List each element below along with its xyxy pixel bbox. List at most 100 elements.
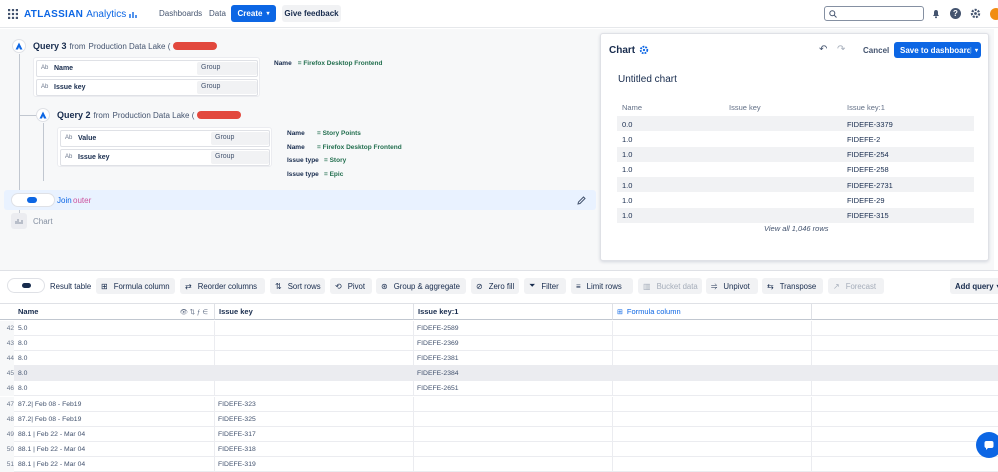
table-cell[interactable] <box>613 351 812 367</box>
help-icon[interactable]: ? <box>950 8 961 19</box>
grid-header-issue-key-1[interactable]: Issue key:1 <box>414 304 613 320</box>
table-cell[interactable]: FIDEFE-323 <box>215 396 414 412</box>
table-cell[interactable]: FIDEFE-317 <box>215 426 414 442</box>
save-to-dashboard-button[interactable]: Save to dashboard ▾ <box>894 42 981 58</box>
table-cell[interactable] <box>414 426 613 442</box>
filter-row[interactable]: Issue type = Epic <box>287 171 417 185</box>
query3-header[interactable]: Query 3 from Production Data Lake ( <box>33 41 218 51</box>
table-cell[interactable]: FIDEFE-318 <box>215 441 414 457</box>
unpivot-button[interactable]: ⥤ Unpivot <box>706 278 758 294</box>
field-row[interactable]: Ab Name Group <box>36 60 258 77</box>
table-cell[interactable] <box>613 381 812 397</box>
nav-dashboards[interactable]: Dashboards <box>159 9 202 18</box>
table-cell[interactable]: 5.0 <box>15 321 215 336</box>
grid-header-issue-key[interactable]: Issue key <box>215 304 414 320</box>
table-row[interactable]: 43 8.0 FIDEFE-2369 <box>0 336 998 352</box>
table-cell[interactable] <box>215 321 414 336</box>
undo-icon[interactable]: ↶ <box>819 44 827 55</box>
nav-data[interactable]: Data <box>209 9 226 18</box>
chart-settings-gear-icon[interactable] <box>639 45 649 55</box>
query2-header[interactable]: Query 2 from Production Data Lake ( <box>57 110 242 120</box>
bucket-data-button[interactable]: ▥ Bucket data <box>638 278 702 294</box>
table-cell[interactable] <box>215 366 414 382</box>
settings-gear-icon[interactable] <box>970 8 981 19</box>
table-cell[interactable] <box>613 396 812 412</box>
grid-header-formula-column[interactable]: ⊞ Formula column <box>613 304 812 320</box>
view-all-rows-link[interactable]: View all 1,046 rows <box>764 224 828 233</box>
table-cell[interactable]: 88.1 | Feb 22 - Mar 04 <box>15 426 215 442</box>
group-aggregate-button[interactable]: ⊛ Group & aggregate <box>376 278 466 294</box>
table-cell[interactable]: 8.0 <box>15 351 215 367</box>
app-switcher-icon[interactable] <box>8 9 18 19</box>
save-dropdown-chevron-icon[interactable]: ▾ <box>969 46 978 54</box>
result-table-toggle[interactable] <box>7 278 45 293</box>
table-cell[interactable]: FIDEFE-2589 <box>414 321 613 336</box>
table-cell[interactable]: FIDEFE-2651 <box>414 381 613 397</box>
table-cell[interactable] <box>613 411 812 427</box>
reorder-columns-button[interactable]: ⇄ Reorder columns <box>180 278 265 294</box>
table-cell[interactable] <box>414 396 613 412</box>
table-row[interactable]: 47 87.2| Feb 08 - Feb19 FIDEFE-323 <box>0 396 998 412</box>
give-feedback-button[interactable]: Give feedback <box>282 5 341 22</box>
table-cell[interactable] <box>215 336 414 352</box>
table-cell[interactable]: FIDEFE-2381 <box>414 351 613 367</box>
query3-filter[interactable]: Name = Firefox Desktop Frontend <box>274 60 382 67</box>
chart-title[interactable]: Untitled chart <box>618 74 677 85</box>
table-row[interactable]: 44 8.0 FIDEFE-2381 <box>0 351 998 367</box>
table-row[interactable]: 45 8.0 FIDEFE-2384 <box>0 366 998 382</box>
cancel-button[interactable]: Cancel <box>863 46 889 55</box>
grid-header-name[interactable]: Name 👁 ⇅ ƒ ∈ <box>0 304 215 320</box>
column-tools-icons[interactable]: 👁 ⇅ ƒ ∈ <box>180 308 208 316</box>
filter-row[interactable]: Name = Firefox Desktop Frontend <box>287 144 417 158</box>
table-cell[interactable]: 88.1 | Feb 22 - Mar 04 <box>15 441 215 457</box>
chart-step-label[interactable]: Chart <box>33 217 53 226</box>
table-cell[interactable]: FIDEFE-2384 <box>414 366 613 382</box>
table-cell[interactable]: FIDEFE-2369 <box>414 336 613 352</box>
table-cell[interactable] <box>215 351 414 367</box>
table-cell[interactable] <box>613 336 812 352</box>
join-step[interactable]: Join outer <box>4 190 596 210</box>
filter-row[interactable]: Name = Story Points <box>287 130 417 144</box>
product-logo[interactable]: ATLASSIAN Analytics <box>24 8 138 20</box>
notifications-icon[interactable] <box>931 9 941 19</box>
table-cell[interactable] <box>613 441 812 457</box>
table-cell[interactable]: 87.2| Feb 08 - Feb19 <box>15 411 215 427</box>
limit-rows-button[interactable]: ≡ Limit rows <box>571 278 633 294</box>
table-row[interactable]: 46 8.0 FIDEFE-2651 <box>0 381 998 397</box>
table-cell[interactable]: 8.0 <box>15 366 215 382</box>
aggregation-select[interactable]: Group <box>211 132 269 145</box>
aggregation-select[interactable]: Group <box>197 62 257 75</box>
formula-column-button[interactable]: ⊞ Formula column <box>96 278 175 294</box>
table-cell[interactable] <box>215 381 414 397</box>
sort-rows-button[interactable]: ⇅ Sort rows <box>270 278 325 294</box>
transpose-button[interactable]: ⇆ Transpose <box>762 278 823 294</box>
field-row[interactable]: Ab Value Group <box>60 130 270 147</box>
edit-pencil-icon[interactable] <box>577 196 586 205</box>
forecast-button[interactable]: ↗ Forecast <box>828 278 884 294</box>
table-cell[interactable] <box>613 321 812 336</box>
zero-fill-button[interactable]: ⊘ Zero fill <box>471 278 519 294</box>
table-cell[interactable] <box>613 426 812 442</box>
field-row[interactable]: Ab Issue key Group <box>60 149 270 166</box>
table-row[interactable]: 49 88.1 | Feb 22 - Mar 04 FIDEFE-317 <box>0 426 998 442</box>
table-cell[interactable]: 8.0 <box>15 381 215 397</box>
table-cell[interactable]: 8.0 <box>15 336 215 352</box>
aggregation-select[interactable]: Group <box>211 151 269 164</box>
table-cell[interactable] <box>414 411 613 427</box>
table-row[interactable]: 50 88.1 | Feb 22 - Mar 04 FIDEFE-318 <box>0 441 998 457</box>
add-query-button[interactable]: Add query ▾ <box>950 278 998 294</box>
table-cell[interactable]: 87.2| Feb 08 - Feb19 <box>15 396 215 412</box>
table-cell[interactable] <box>613 366 812 382</box>
table-row[interactable]: 42 5.0 FIDEFE-2589 <box>0 321 998 336</box>
chat-bubble-icon[interactable] <box>976 432 998 458</box>
filter-button[interactable]: ⏷ Filter <box>524 278 566 294</box>
table-cell[interactable] <box>414 441 613 457</box>
table-cell[interactable]: FIDEFE-325 <box>215 411 414 427</box>
table-row[interactable]: 48 87.2| Feb 08 - Feb19 FIDEFE-325 <box>0 411 998 427</box>
join-toggle[interactable] <box>11 193 55 207</box>
search-input[interactable] <box>824 6 924 21</box>
user-avatar[interactable] <box>990 8 998 20</box>
filter-row[interactable]: Issue type = Story <box>287 157 417 171</box>
aggregation-select[interactable]: Group <box>197 81 257 94</box>
pivot-button[interactable]: ⟲ Pivot <box>330 278 372 294</box>
